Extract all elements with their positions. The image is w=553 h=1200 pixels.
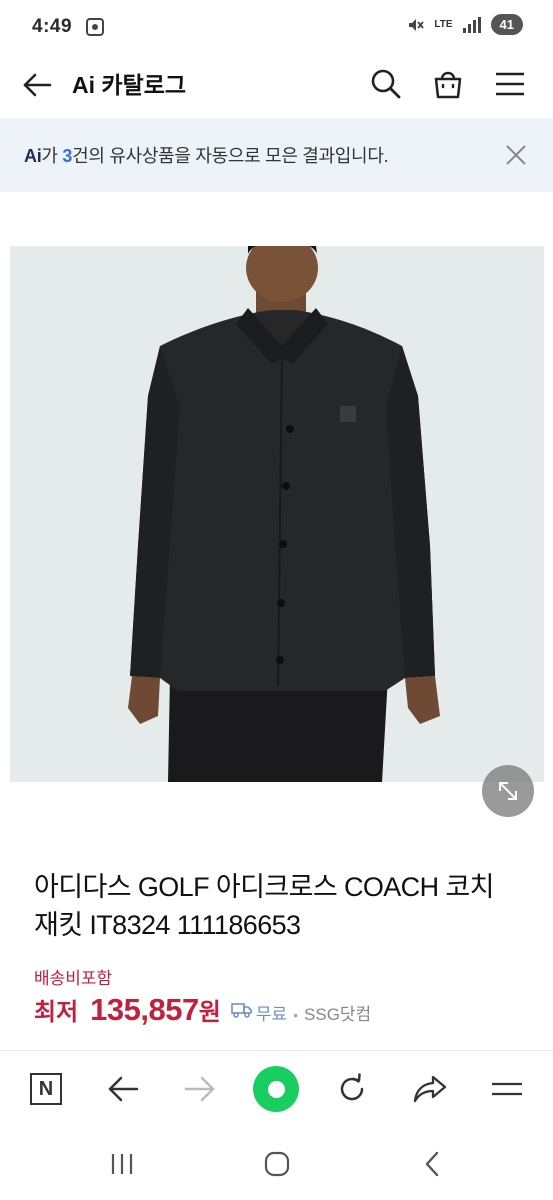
status-right: LTE 41 [406, 14, 523, 35]
system-back-button[interactable] [410, 1144, 454, 1184]
network-type: LTE [434, 18, 453, 30]
ai-notice-part: 가 [41, 146, 63, 166]
browser-forward-button[interactable] [176, 1065, 224, 1113]
search-icon [371, 69, 401, 99]
home-icon [264, 1151, 290, 1177]
free-shipping-text: 무료 [255, 1005, 288, 1024]
page-title: Ai 카탈로그 [72, 72, 187, 98]
system-nav-bar [0, 1128, 553, 1200]
store-name[interactable]: SSG닷컴 [304, 1000, 371, 1025]
naver-green-dot-button[interactable] [252, 1065, 300, 1113]
shopping-bag-icon [434, 71, 462, 99]
share-icon [413, 1075, 447, 1103]
green-dot-icon [253, 1066, 299, 1112]
back-button[interactable] [18, 66, 56, 104]
ai-notice-text: Ai가 3건의 유사상품을 자동으로 모은 결과입니다. [24, 142, 389, 168]
product-image-area [0, 192, 553, 834]
similar-count: 3 [62, 146, 73, 166]
shipping-included-label: 배송비포함 [34, 969, 113, 988]
price-unit: 원 [198, 999, 221, 1026]
cart-button[interactable] [426, 62, 470, 106]
price-row: 최저 135,857 원 무료 • SSG닷컴 [34, 992, 371, 1028]
ai-notice-banner: Ai가 3건의 유사상품을 자동으로 모은 결과입니다. [0, 118, 553, 192]
delivery-truck-icon [231, 1003, 252, 1018]
browser-toolbar: N [0, 1050, 553, 1128]
expand-icon [499, 782, 517, 800]
reload-button[interactable] [328, 1065, 376, 1113]
jacket-illustration [128, 246, 440, 782]
status-time: 4:49 [32, 16, 73, 37]
status-bar: 4:49 LTE 41 [0, 0, 553, 54]
price-value: 135,857 [90, 992, 199, 1027]
recents-icon [111, 1154, 133, 1174]
separator-dot: • [293, 1007, 299, 1023]
hamburger-menu-icon [496, 72, 524, 96]
menu-button[interactable] [488, 62, 532, 106]
browser-menu-button[interactable] [483, 1065, 531, 1113]
ai-logo: Ai [24, 146, 42, 166]
search-button[interactable] [364, 62, 408, 106]
product-image[interactable] [10, 246, 544, 782]
share-button[interactable] [406, 1065, 454, 1113]
mute-icon [409, 18, 425, 31]
home-button[interactable] [255, 1144, 299, 1184]
reload-icon [340, 1073, 364, 1101]
recents-button[interactable] [100, 1144, 144, 1184]
naver-home-button[interactable]: N [22, 1065, 70, 1113]
app-header: Ai 카탈로그 [0, 54, 553, 118]
browser-back-button[interactable] [99, 1065, 147, 1113]
chevron-left-icon [425, 1151, 439, 1177]
banner-close-button[interactable] [501, 140, 531, 170]
battery-level: 41 [490, 14, 523, 35]
arrow-right-icon [184, 1076, 215, 1102]
arrow-left-icon [23, 73, 52, 97]
screen-record-icon [86, 18, 105, 36]
product-name: 아디다스 GOLF 아디크로스 COACH 코치 재킷 IT8324 11118… [34, 872, 494, 940]
arrow-left-icon [108, 1076, 139, 1102]
signal-icon [462, 16, 481, 33]
lowest-label: 최저 [34, 999, 79, 1026]
close-icon [506, 145, 526, 165]
naver-n-icon: N [30, 1073, 62, 1105]
hamburger-menu-icon [492, 1082, 522, 1096]
ai-notice-part: 건의 유사상품을 자동으로 모은 결과입니다. [72, 146, 389, 166]
zoom-button[interactable] [482, 765, 534, 817]
